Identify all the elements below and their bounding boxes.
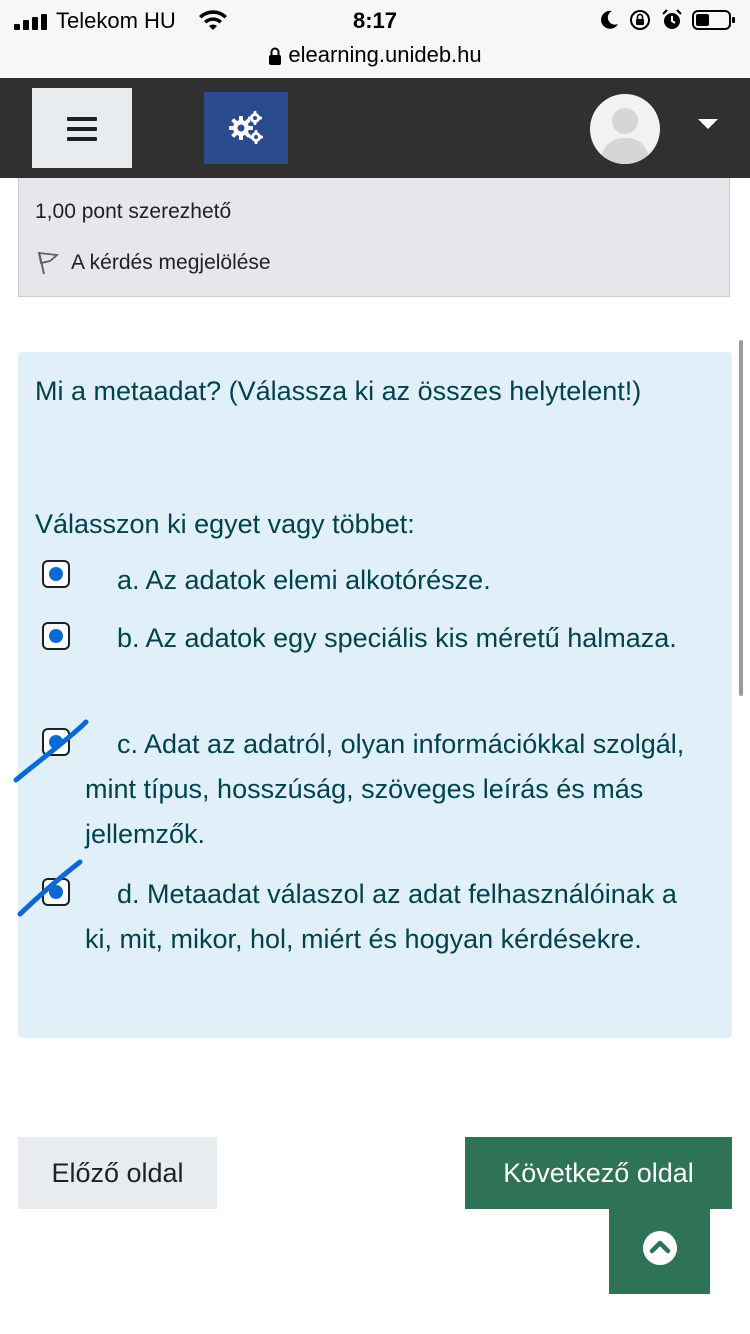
user-silhouette-icon (600, 108, 650, 164)
quiz-settings-button[interactable] (204, 92, 288, 164)
option-label-a: a. Az adatok elemi alkotórésze. (117, 565, 491, 595)
checked-icon (49, 885, 63, 899)
question-info: 1,00 pont szerezhető A kérdés megjelölés… (18, 178, 730, 297)
back-to-top-button[interactable] (609, 1209, 710, 1294)
checked-icon (49, 735, 63, 749)
question-grade: 1,00 pont szerezhető (35, 200, 232, 223)
chevron-up-circle-icon (643, 1231, 677, 1265)
next-page-button[interactable]: Következő oldal (465, 1137, 732, 1209)
url-text: elearning.unideb.hu (288, 42, 482, 67)
flag-question-link[interactable]: A kérdés megjelölése (35, 250, 271, 276)
option-label-b: b. Az adatok egy speciális kis méretű ha… (117, 623, 677, 653)
option-label-d: d. Metaadat válaszol az adat felhasználó… (85, 879, 677, 954)
moon-icon (601, 10, 618, 29)
checked-icon (49, 567, 63, 581)
flag-label: A kérdés megjelölése (71, 251, 271, 274)
url-bar[interactable]: elearning.unideb.hu (0, 42, 750, 68)
question-text: Mi a metaadat? (Válassza ki az összes he… (35, 376, 642, 406)
checked-icon (49, 629, 63, 643)
rotation-lock-icon (630, 10, 650, 30)
status-bar: Telekom HU 8:17 elearning.unideb.hu (0, 0, 750, 78)
previous-page-button[interactable]: Előző oldal (18, 1137, 217, 1209)
user-avatar[interactable] (590, 94, 660, 164)
checkbox-c[interactable] (42, 728, 70, 756)
flag-icon (37, 251, 60, 274)
option-label-c: c. Adat az adatról, olyan információkkal… (85, 729, 685, 849)
top-navbar (0, 78, 750, 178)
cogs-icon (229, 111, 263, 144)
caret-down-icon[interactable] (698, 119, 718, 129)
battery-icon (692, 10, 735, 30)
alarm-icon (662, 9, 682, 29)
checkbox-b[interactable] (42, 622, 70, 650)
scroll-indicator[interactable] (739, 340, 743, 696)
lock-icon (269, 47, 282, 66)
answer-prompt: Válasszon ki egyet vagy többet: (35, 509, 415, 539)
hamburger-icon (67, 117, 97, 141)
question-content: Mi a metaadat? (Válassza ki az összes he… (18, 352, 732, 1038)
checkbox-d[interactable] (42, 878, 70, 906)
checkbox-a[interactable] (42, 560, 70, 588)
menu-toggle-button[interactable] (32, 88, 132, 168)
